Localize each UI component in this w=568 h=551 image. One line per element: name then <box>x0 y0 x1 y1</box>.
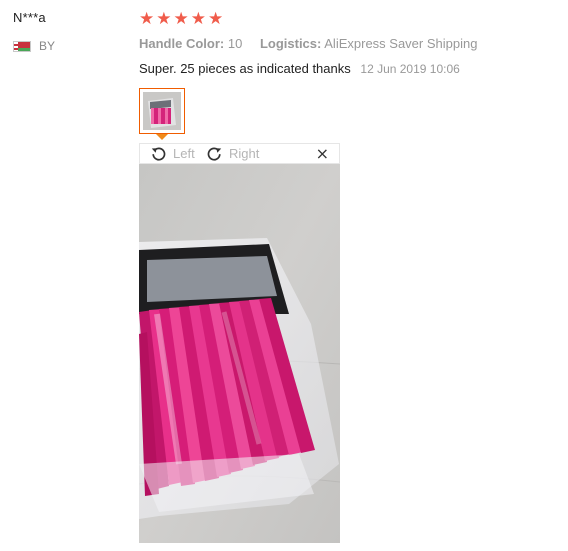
star-icon: ★ <box>156 9 172 29</box>
star-icon: ★ <box>139 9 155 29</box>
property-handle-color: Handle Color: 10 <box>139 36 246 51</box>
star-icon: ★ <box>173 9 189 29</box>
star-icon: ★ <box>208 9 224 29</box>
rotate-left-icon <box>151 147 166 161</box>
property-value: 10 <box>227 36 243 51</box>
property-key: Handle Color: <box>139 36 225 51</box>
property-logistics: Logistics: AliExpress Saver Shipping <box>260 36 478 51</box>
viewer-toolbar: Left Right × <box>139 143 340 164</box>
country-code: BY <box>39 39 56 53</box>
close-icon: × <box>315 144 329 163</box>
belarus-flag-icon <box>13 40 31 52</box>
review-date: 12 Jun 2019 10:06 <box>360 62 460 76</box>
star-rating: ★ ★ ★ ★ ★ <box>139 9 225 29</box>
review-photo <box>139 164 340 543</box>
review-text: Super. 25 pieces as indicated thanks <box>139 61 351 76</box>
reviewer-info: N***a BY <box>13 10 55 53</box>
photo-viewer: Left Right × <box>139 143 340 543</box>
rotate-right-label: Right <box>229 146 260 161</box>
thumbnail-image <box>143 92 181 130</box>
rotate-right-button[interactable]: Right <box>206 145 259 162</box>
rotate-right-icon <box>207 147 222 161</box>
reviewer-country: BY <box>13 39 55 53</box>
thumbnail-pointer <box>156 134 168 140</box>
star-icon: ★ <box>190 9 206 29</box>
close-viewer-button[interactable]: × <box>316 145 329 163</box>
photo-thumbnail[interactable] <box>139 88 185 134</box>
rotate-left-label: Left <box>173 146 195 161</box>
reviewer-name: N***a <box>13 10 46 25</box>
property-value: AliExpress Saver Shipping <box>324 36 478 51</box>
brushes-photo <box>139 164 340 543</box>
review-content: Super. 25 pieces as indicated thanks 12 … <box>139 61 460 76</box>
property-key: Logistics: <box>259 36 322 51</box>
rotate-left-button[interactable]: Left <box>150 145 195 162</box>
order-properties: Handle Color: 10 Logistics: AliExpress S… <box>139 36 491 51</box>
review-item: N***a BY ★ ★ ★ ★ ★ Handle Color: 10 Logi… <box>0 0 568 551</box>
